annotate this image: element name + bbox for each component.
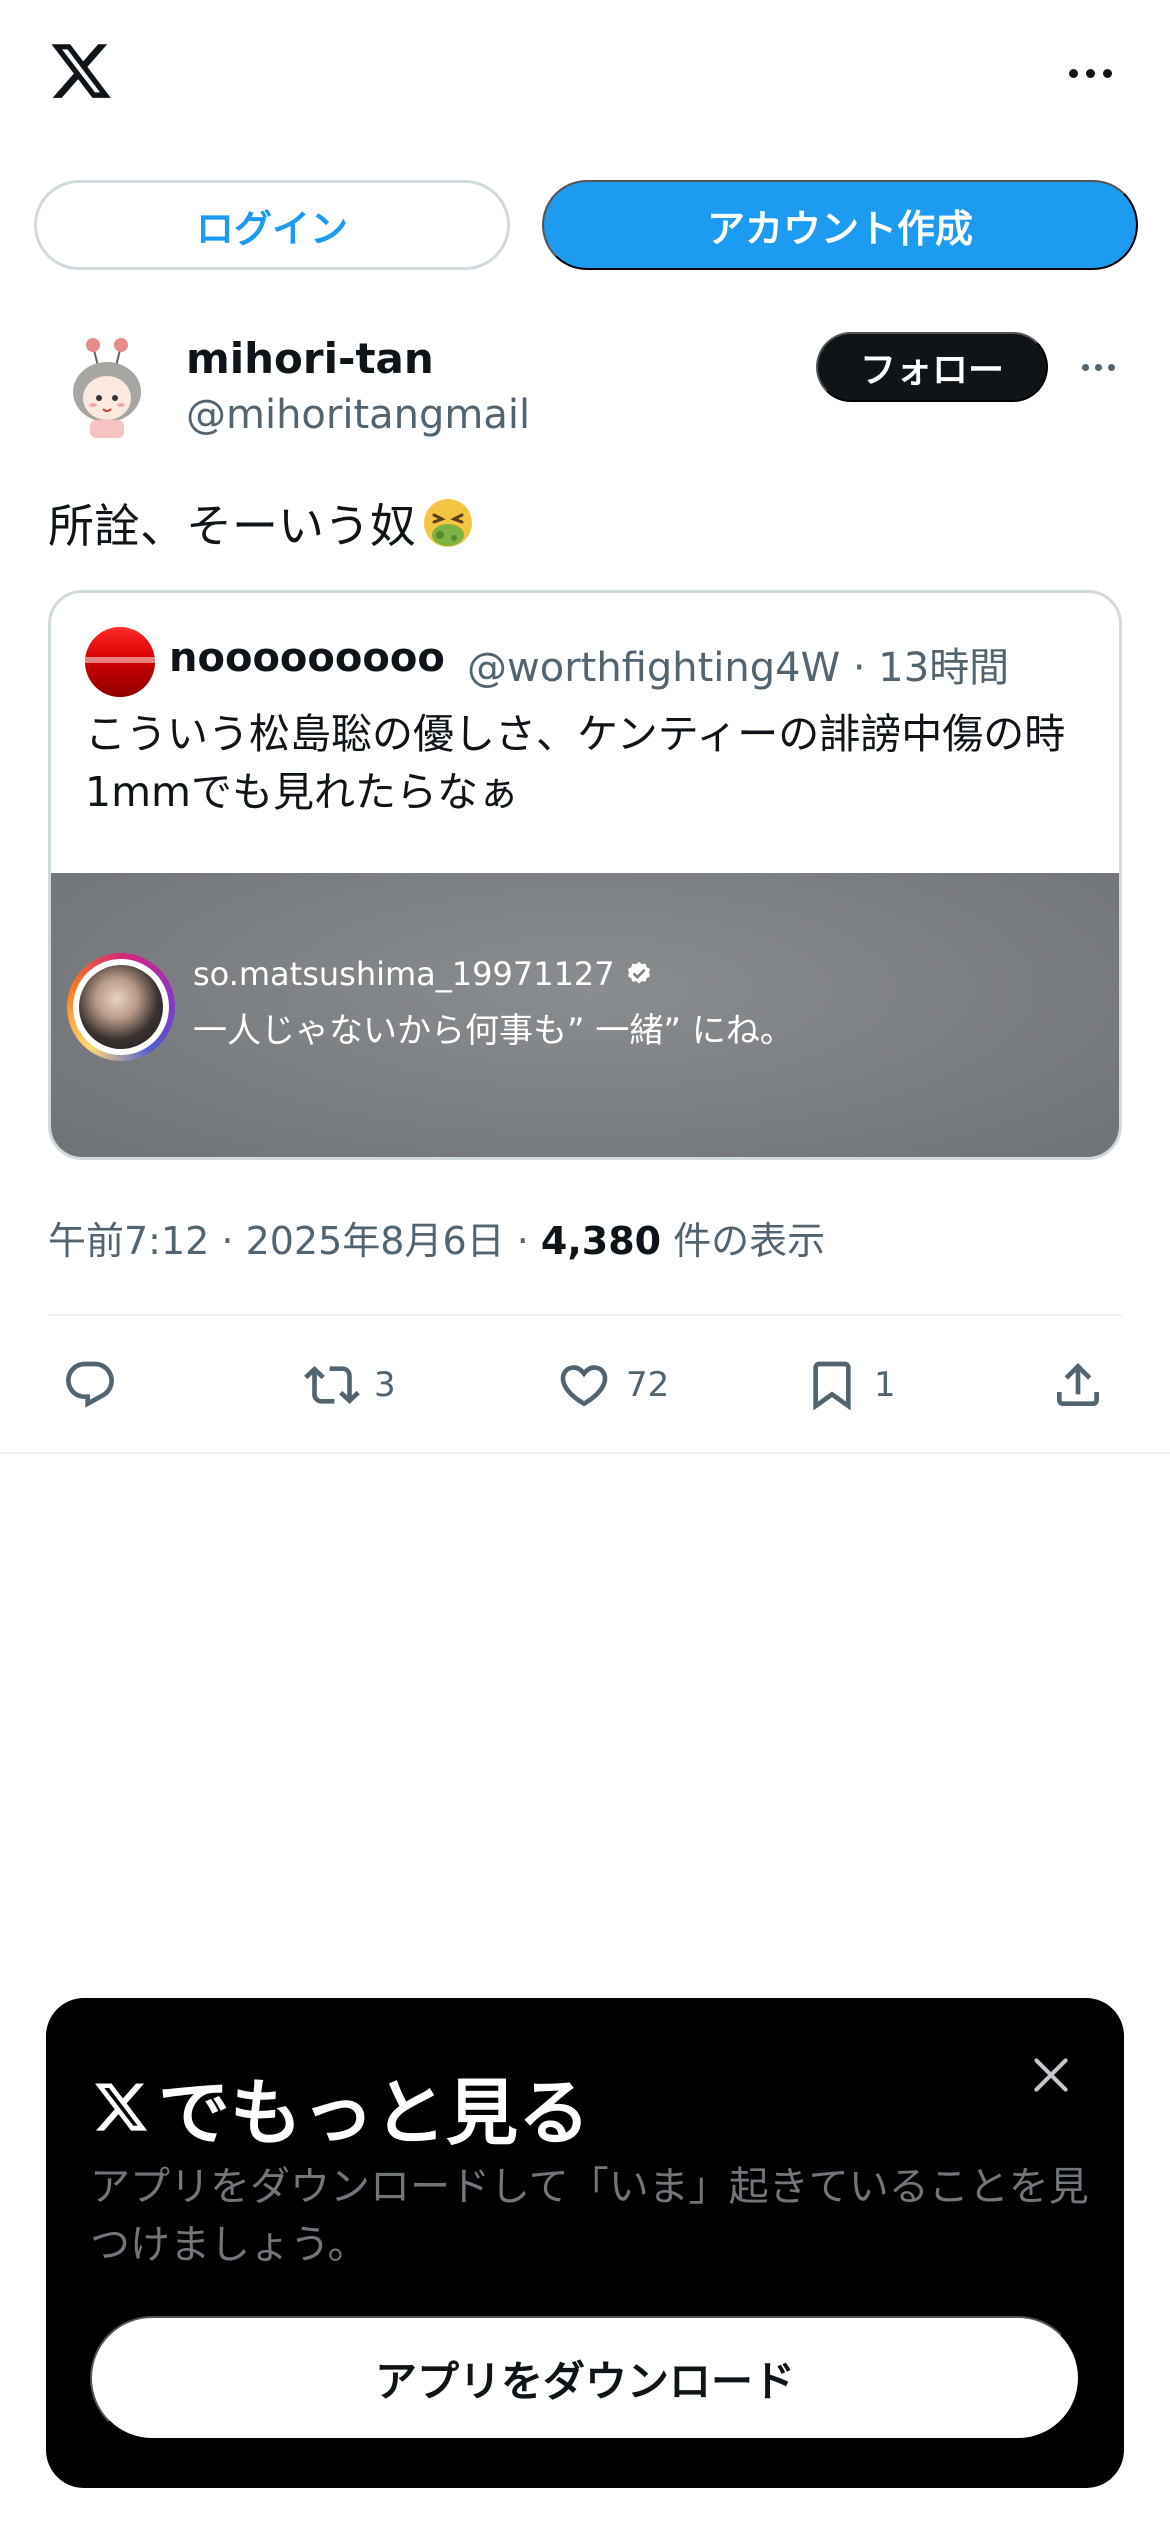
divider [48, 1314, 1122, 1316]
reply-button[interactable] [62, 1350, 132, 1420]
sheet-description: アプリをダウンロードして「いま」起きていることを見つけましょう。 [90, 2164, 1089, 2268]
bookmark-count: 1 [874, 1365, 896, 1405]
retweet-button[interactable]: 3 [304, 1350, 396, 1420]
view-count-label: 件の表示 [661, 1219, 826, 1263]
view-count: 4,380 [540, 1219, 662, 1263]
quoted-tweet-text: こういう松島聡の優しさ、ケンティーの誹謗中傷の時1mmでも見れたらなぁ [85, 710, 1066, 816]
sheet-title: でもっと見る [90, 2054, 590, 2159]
quoted-author-avatar [85, 627, 155, 697]
bookmark-icon [813, 1361, 851, 1411]
quoted-author-handle-time: @worthfighting4W · 13時間 [467, 645, 1010, 691]
tweet-text-content: 所詮、そーいう奴 [48, 499, 416, 553]
top-bar [0, 0, 1170, 150]
more-options-icon[interactable] [1060, 60, 1120, 86]
divider [0, 1452, 1170, 1454]
instagram-story-avatar [67, 953, 175, 1061]
media-username: so.matsushima_19971127 [193, 955, 653, 993]
quoted-tweet-card[interactable]: nooooooooo @worthfighting4W · 13時間 こういう松… [48, 590, 1122, 1160]
share-button[interactable] [1050, 1350, 1106, 1420]
x-logo-icon [95, 2082, 148, 2131]
author-handle[interactable]: @mihoritangmail [186, 392, 530, 438]
download-app-sheet: でもっと見る アプリをダウンロードして「いま」起きていることを見つけましょう。 … [46, 1998, 1124, 2488]
share-icon [1057, 1363, 1099, 1406]
retweet-icon [304, 1366, 360, 1404]
retweet-count: 3 [374, 1365, 396, 1405]
create-account-button[interactable]: アカウント作成 [542, 180, 1138, 270]
close-icon[interactable] [1026, 2050, 1076, 2100]
tweet-timestamp[interactable]: 午前7:12 · 2025年8月6日 · [48, 1219, 541, 1263]
x-logo-icon[interactable] [46, 38, 116, 104]
quoted-author-name: nooooooooo [169, 635, 445, 681]
quoted-media-image: so.matsushima_19971127 一人じゃないから何事も” 一緒” … [51, 873, 1119, 1157]
media-caption: 一人じゃないから何事も” 一緒” にね。 [193, 1011, 794, 1051]
verified-badge-icon [627, 961, 650, 984]
like-button[interactable]: 72 [556, 1350, 669, 1420]
author-name[interactable]: mihori-tan [186, 334, 434, 383]
follow-button[interactable]: フォロー [816, 332, 1048, 402]
tweet-more-icon[interactable] [1074, 356, 1122, 378]
login-button[interactable]: ログイン [34, 180, 510, 270]
tweet-text: 所詮、そーいう奴 [48, 490, 476, 556]
tweet-meta: 午前7:12 · 2025年8月6日 · 4,380 件の表示 [48, 1210, 825, 1265]
bookmark-button[interactable]: 1 [804, 1350, 896, 1420]
reply-icon [66, 1361, 114, 1408]
author-avatar[interactable] [62, 332, 152, 444]
nauseated-face-icon [424, 499, 472, 547]
download-app-button[interactable]: アプリをダウンロード [90, 2316, 1080, 2440]
sheet-title-text: でもっと見る [158, 2071, 591, 2155]
heart-icon [560, 1365, 608, 1407]
like-count: 72 [626, 1365, 670, 1405]
